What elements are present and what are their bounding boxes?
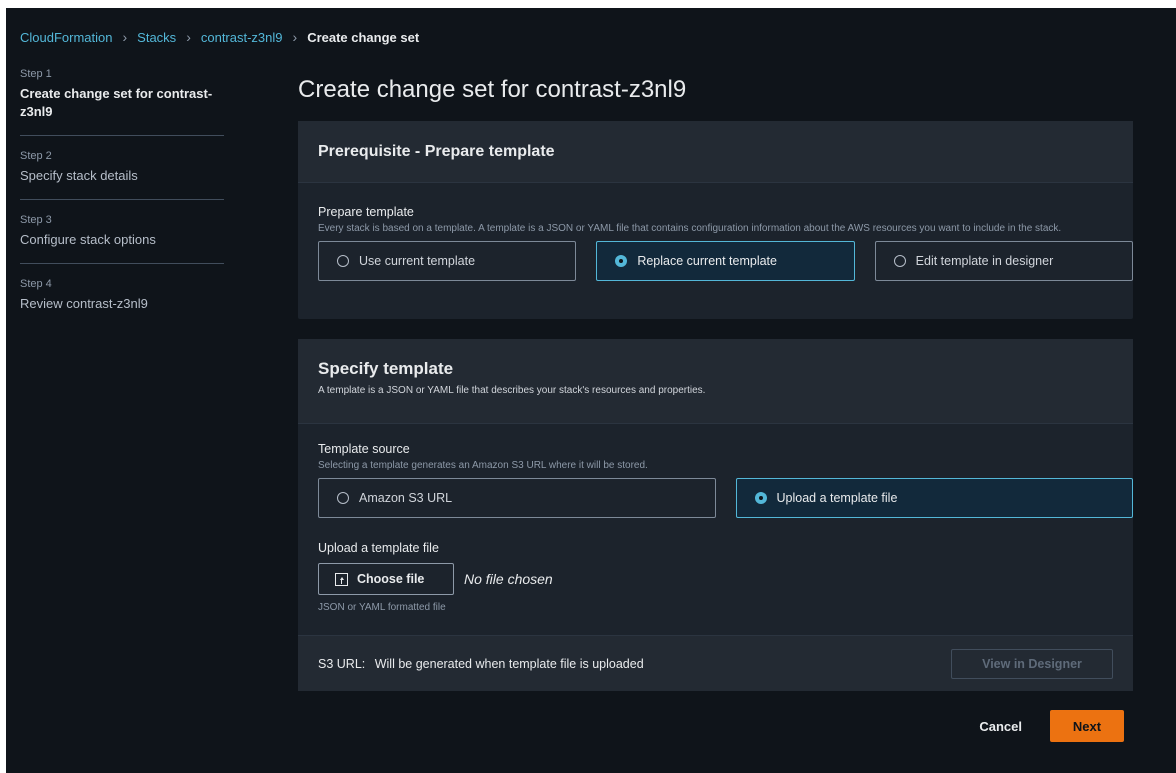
step-title: Review contrast-z3nl9 [20,296,148,311]
radio-button-selected[interactable] [615,255,628,267]
chevron-right-icon: › [122,29,128,45]
radio-button[interactable] [893,255,906,267]
choose-file-button[interactable]: Choose file [318,563,454,595]
radio-button[interactable] [337,255,349,267]
step-1: Step 1 Create change set for contrast-z3… [20,68,224,136]
breadcrumb-current: Create change set [307,29,420,45]
breadcrumb-cloudformation[interactable]: CloudFormation [20,30,113,45]
next-button[interactable]: Next [1050,710,1124,742]
step-number: Step 1 [20,68,52,80]
field-label: Prepare template [318,205,414,219]
choose-file-label: Choose file [357,572,425,586]
option-label: Edit template in designer [915,254,1054,268]
step-number: Step 4 [20,278,52,290]
chevron-right-icon: › [186,29,191,45]
radio-button-selected[interactable] [754,492,767,504]
option-amazon-s3-url[interactable]: Amazon S3 URL [318,478,716,518]
step-number: Step 2 [20,150,52,162]
option-edit-in-designer[interactable]: Edit template in designer [874,241,1133,281]
chevron-right-icon: › [292,29,298,45]
step-title: Create change set for contrast-z3nl9 [20,86,213,119]
page-title: Create change set for contrast-z3nl9 [298,76,687,103]
template-source-options: Amazon S3 URL Upload a template file [318,478,1133,518]
file-status: No file chosen [464,571,553,587]
step-2: Step 2 Specify stack details [20,150,224,200]
breadcrumb-stack[interactable]: contrast-z3nl9 [201,30,283,45]
breadcrumb: CloudFormation › Stacks › contrast-z3nl9… [20,28,419,46]
field-label: Template source [318,442,410,456]
option-label: Upload a template file [776,491,898,505]
option-label: Amazon S3 URL [359,491,453,505]
panel-footer: S3 URL: Will be generated when template … [298,635,1133,691]
wizard-steps: Step 1 Create change set for contrast-z3… [20,68,224,341]
wizard-actions: Cancel Next [979,710,1124,742]
file-upload-row: Choose file No file chosen [318,563,553,595]
upload-icon [335,572,348,586]
prepare-template-field: Prepare template Every stack is based on… [318,205,1133,281]
prerequisite-panel: Prerequisite - Prepare template Prepare … [298,121,1133,319]
step-title: Specify stack details [20,168,138,183]
step-4: Step 4 Review contrast-z3nl9 [20,278,224,327]
upload-field-label: Upload a template file [318,541,439,555]
view-in-designer-button[interactable]: View in Designer [951,648,1113,679]
app-window: CloudFormation › Stacks › contrast-z3nl9… [6,8,1176,773]
panel-description: A template is a JSON or YAML file that d… [318,385,706,396]
s3-url-value: Will be generated when template file is … [374,656,644,671]
field-description: Every stack is based on a template. A te… [318,223,1062,234]
option-replace-current-template[interactable]: Replace current template [596,241,855,281]
panel-title: Prerequisite - Prepare template [318,142,555,160]
panel-header: Prerequisite - Prepare template [298,121,1133,183]
step-3: Step 3 Configure stack options [20,214,224,264]
cancel-button[interactable]: Cancel [979,719,1022,734]
panel-title: Specify template [318,359,454,378]
panel-header: Specify template A template is a JSON or… [298,339,1133,424]
option-label: Use current template [359,254,476,268]
upload-constraint: JSON or YAML formatted file [318,602,446,613]
option-upload-template-file[interactable]: Upload a template file [735,478,1133,518]
s3-url-label: S3 URL: [318,656,366,671]
breadcrumb-stacks[interactable]: Stacks [137,30,176,45]
radio-button[interactable] [337,492,349,504]
prepare-template-options: Use current template Replace current tem… [318,241,1133,281]
specify-template-panel: Specify template A template is a JSON or… [298,339,1133,691]
option-use-current-template[interactable]: Use current template [318,241,577,281]
template-source-field: Template source Selecting a template gen… [318,442,1133,518]
step-title: Configure stack options [20,232,156,247]
step-number: Step 3 [20,214,52,226]
field-description: Selecting a template generates an Amazon… [318,460,648,471]
s3-url-text: S3 URL: Will be generated when template … [318,657,644,671]
option-label: Replace current template [637,254,777,268]
